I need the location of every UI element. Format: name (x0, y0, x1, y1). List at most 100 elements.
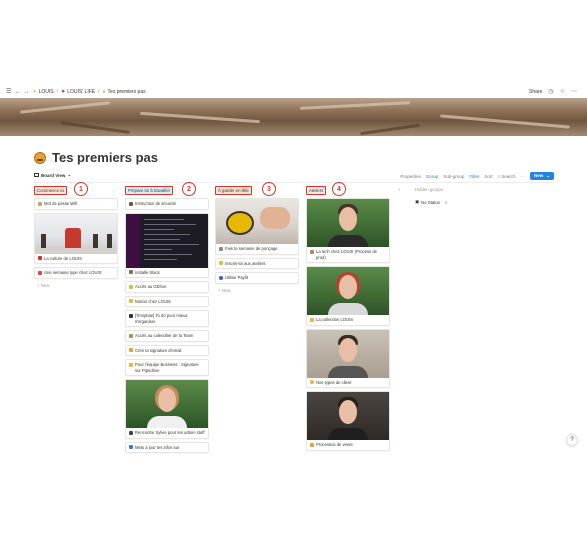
card-cover-image (307, 199, 389, 247)
hidden-groups-title: Hidden groups (415, 187, 443, 192)
divider (34, 182, 554, 183)
column-tag[interactable]: À garder en tête (215, 186, 252, 195)
workspace-icon: ✦ (32, 89, 37, 95)
inbox-icon: ▣ (415, 199, 420, 204)
board-column-prepare-toi: Prépare toi à travailler 2 Instruction d… (125, 182, 209, 456)
board-icon (34, 173, 39, 177)
favorite-star-icon[interactable]: ☆ (560, 89, 565, 95)
share-button[interactable]: Share (529, 89, 542, 95)
person-icon (129, 430, 133, 435)
breadcrumb-separator: / (56, 89, 58, 95)
board-card[interactable]: La collection LOUIS (306, 266, 390, 326)
heart-icon (38, 256, 42, 261)
board-card[interactable]: Installe Slack (125, 212, 209, 278)
search-icon: ⌕ (497, 173, 501, 179)
board-card[interactable]: Rencontre Sylvie pour tes admin stuff (125, 379, 209, 439)
view-bar: Board View ⌄ Properties Group Sub-group … (34, 172, 554, 182)
add-new-card-button[interactable]: + New (215, 287, 299, 294)
column-tag[interactable]: Prépare toi à travailler (125, 186, 174, 195)
board-column-commence-ici: Commence ici 1 Mot de passe Wifi La cult… (34, 182, 118, 289)
breadcrumb-item-current[interactable]: ● Tes premiers pas (103, 89, 146, 95)
column-tag[interactable]: Ateliers (306, 186, 327, 195)
couch-icon (310, 317, 314, 322)
board-card[interactable]: La culture de LOUIS (34, 212, 118, 264)
search-button[interactable]: ⌕ Search (498, 174, 516, 179)
add-new-card-button[interactable]: + New (34, 282, 118, 289)
board-card[interactable]: Notion chez LOUIS (125, 295, 209, 307)
board-card[interactable]: Fais ta semaine de ponçage (215, 198, 299, 255)
cover-image (0, 98, 587, 136)
breadcrumb-item-louis[interactable]: ✦ LOUIS (32, 89, 53, 95)
pen-icon (129, 348, 133, 353)
party-icon: ✸ (61, 89, 66, 95)
board-card[interactable]: Utilise Payfit (215, 272, 299, 284)
tool-icon (219, 246, 223, 251)
safety-icon (129, 201, 133, 206)
board-card[interactable]: Mets à jour tes infos sur (125, 441, 209, 453)
clipboard-icon (219, 261, 223, 266)
sort-button[interactable]: Sort (484, 174, 492, 179)
help-button[interactable]: ? (566, 434, 578, 446)
chevron-down-icon: ⌄ (67, 172, 72, 177)
checklist-icon (129, 313, 133, 318)
pencil-icon (129, 362, 133, 367)
factory-icon (310, 249, 314, 254)
history-icon[interactable]: ◷ (548, 89, 553, 95)
card-cover-image (35, 213, 117, 254)
forward-icon[interactable]: → (23, 89, 29, 95)
column-tag[interactable]: Commence ici (34, 186, 68, 195)
new-button[interactable]: New ⌄ (529, 172, 554, 180)
board-card[interactable]: Processus de vente (306, 391, 390, 451)
board-view-selector[interactable]: Board View ⌄ (34, 172, 71, 178)
view-actions: Properties Group Sub-group Filter Sort ⌕… (400, 172, 554, 180)
filter-button[interactable]: Filter (469, 174, 479, 179)
info-icon (129, 445, 133, 450)
back-icon[interactable]: ← (14, 89, 20, 95)
calendar-icon (38, 270, 42, 275)
breadcrumb: ☰ ← → ✦ LOUIS / ✸ LOUIS' LIFE / ● Tes pr… (0, 89, 146, 95)
chevron-down-icon[interactable]: ⌄ (546, 173, 550, 179)
board-card[interactable]: [Template] To do pour mieux s'organiser (125, 310, 209, 327)
board-column-ateliers: Ateliers 4 La tech chez LOUIS (Process d… (306, 182, 390, 454)
key-icon (38, 201, 42, 206)
board-card[interactable]: Une semaine type chez LOUIS (34, 267, 118, 279)
more-options-button[interactable]: ··· (520, 174, 525, 179)
top-bar-actions: Share ◷ ☆ ⋯ (529, 86, 577, 98)
column-header: Ateliers 4 (306, 182, 390, 196)
payfit-icon (219, 275, 223, 280)
page-emoji-icon: ● (102, 89, 106, 95)
notion-icon (129, 299, 133, 304)
more-icon[interactable]: ⋯ (571, 89, 577, 95)
board-card[interactable]: Pour l'équipe Business : Signature sur P… (125, 359, 209, 376)
board-card[interactable]: Accès au calendrier de la Team (125, 330, 209, 342)
board-card[interactable]: Crée ta signature d'email (125, 344, 209, 356)
board-card[interactable]: Inscris-toi aux ateliers (215, 257, 299, 269)
breadcrumb-separator: / (98, 89, 100, 95)
board-card[interactable]: Accès au GDrive (125, 281, 209, 293)
add-group-icon[interactable]: + (398, 187, 401, 192)
board-card[interactable]: Mot de passe Wifi (34, 198, 118, 210)
board-card[interactable]: La tech chez LOUIS (Process de prod) (306, 198, 390, 263)
chart-icon (310, 442, 314, 447)
card-cover-image (126, 213, 208, 268)
no-status-group[interactable]: ▣ No Status 0 (415, 199, 447, 205)
menu-icon[interactable]: ☰ (6, 89, 11, 95)
step-number-badge: 1 (74, 182, 88, 196)
top-bar: ☰ ← → ✦ LOUIS / ✸ LOUIS' LIFE / ● Tes pr… (0, 86, 587, 98)
column-header: Commence ici 1 (34, 182, 118, 196)
board-card[interactable]: Nos types de client (306, 328, 390, 388)
smiley-icon (310, 380, 314, 385)
step-number-badge: 4 (332, 182, 346, 196)
page-title: Tes premiers pas (34, 150, 158, 165)
slack-icon (129, 270, 133, 275)
board-card[interactable]: Instruction de sécurité (125, 198, 209, 210)
breadcrumb-item-louis-life[interactable]: ✸ LOUIS' LIFE (61, 89, 95, 95)
group-button[interactable]: Group (426, 174, 439, 179)
step-number-badge: 2 (182, 182, 196, 196)
page-emoji-icon[interactable] (34, 151, 46, 164)
column-header: À garder en tête 3 (215, 182, 299, 196)
card-cover-image (126, 380, 208, 428)
properties-button[interactable]: Properties (400, 174, 421, 179)
column-header: Prépare toi à travailler 2 (125, 182, 209, 196)
subgroup-button[interactable]: Sub-group (443, 174, 464, 179)
